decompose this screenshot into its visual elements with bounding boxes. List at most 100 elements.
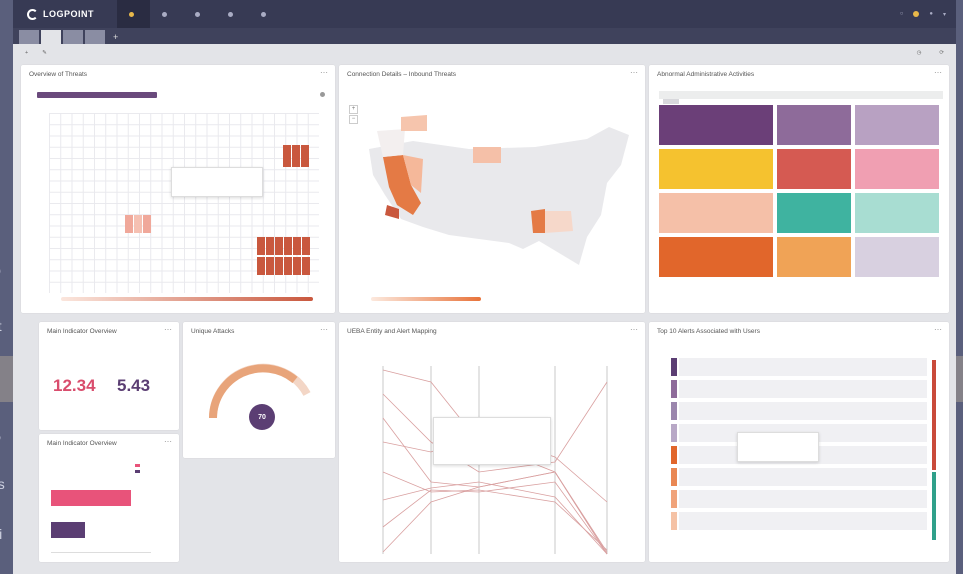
top10-bar[interactable] — [671, 402, 677, 420]
treemap-cell[interactable] — [855, 193, 939, 233]
state-mississippi[interactable] — [531, 209, 545, 233]
treemap-cell[interactable] — [659, 149, 773, 189]
tab-4[interactable] — [85, 30, 105, 44]
heatmap-cell[interactable] — [266, 257, 274, 275]
panel-menu-icon[interactable]: ⋯ — [164, 325, 172, 334]
background-text: et — [0, 318, 13, 334]
edit-icon[interactable]: ✎ — [42, 50, 47, 56]
heatmap-cell[interactable] — [284, 237, 292, 255]
nav-item-search[interactable] — [150, 0, 183, 28]
user-menu-icon[interactable]: ● — [929, 11, 933, 17]
treemap-cell[interactable] — [855, 105, 939, 145]
treemap-cell[interactable] — [777, 193, 851, 233]
heatmap-tooltip — [171, 167, 263, 197]
help-icon[interactable]: ○ — [900, 11, 904, 17]
add-tab-icon[interactable]: + — [107, 30, 124, 44]
kpi-left-value: 12.34 — [53, 376, 96, 395]
ueba-tooltip — [433, 417, 551, 465]
inbound-threats-map-panel: Connection Details – Inbound Threats ⋯ +… — [339, 65, 645, 313]
notification-icon[interactable] — [913, 11, 920, 17]
user-menu-chevron-icon[interactable]: ▾ — [943, 11, 946, 18]
panel-title: Main Indicator Overview — [47, 440, 117, 447]
time-range-icon[interactable]: ◷ — [917, 50, 922, 56]
state-washington[interactable] — [401, 115, 427, 131]
top10-bar[interactable] — [671, 468, 677, 486]
nav-item-settings[interactable] — [249, 0, 282, 28]
treemap-cell[interactable] — [855, 149, 939, 189]
filter-chip[interactable] — [663, 99, 679, 104]
top10-bar[interactable] — [671, 490, 677, 508]
tab-1[interactable] — [19, 30, 39, 44]
kpi-bars-panel: Main Indicator Overview ⋯ — [39, 434, 179, 562]
heatmap-cell[interactable] — [283, 145, 291, 167]
legend-swatch — [135, 470, 140, 473]
top10-bar[interactable] — [671, 446, 677, 464]
top-navigation: LOGPOINT ○ ● ▾ — [13, 0, 956, 28]
heatmap-cell[interactable] — [275, 237, 283, 255]
heatmap-cell[interactable] — [293, 257, 301, 275]
logo-icon — [27, 8, 38, 20]
heatmap-cell[interactable] — [301, 145, 309, 167]
treemap-cell[interactable] — [777, 237, 851, 277]
top10-bar[interactable] — [671, 512, 677, 530]
axis-line — [51, 552, 151, 553]
heatmap-cell[interactable] — [292, 145, 300, 167]
gauge — [208, 363, 311, 419]
heatmap-cell[interactable] — [275, 257, 283, 275]
panel-title: Main Indicator Overview — [47, 328, 117, 335]
kpi2-bar[interactable] — [51, 490, 131, 506]
panel-title: Overview of Threats — [29, 71, 88, 78]
panel-title: Top 10 Alerts Associated with Users — [657, 328, 760, 335]
heatmap-cell[interactable] — [302, 237, 310, 255]
heatmap-cell[interactable] — [266, 237, 274, 255]
kpi2-bar[interactable] — [51, 522, 85, 538]
background-text: es — [0, 476, 5, 492]
dashboard-icon — [129, 11, 134, 17]
refresh-icon[interactable]: ⟳ — [939, 50, 944, 56]
panel-menu-icon[interactable]: ⋯ — [164, 437, 172, 446]
heatmap-cell[interactable] — [257, 237, 265, 255]
state-georgia[interactable] — [545, 211, 573, 233]
us-map — [369, 115, 629, 265]
heatmap-cell[interactable] — [293, 237, 301, 255]
heatmap-cell[interactable] — [302, 257, 310, 275]
background-text: lo — [0, 262, 13, 278]
panel-menu-icon[interactable]: ⋯ — [934, 68, 942, 77]
heatmap-cell[interactable] — [257, 257, 265, 275]
heatmap-color-scale — [61, 297, 313, 301]
settings-icon[interactable] — [320, 92, 325, 97]
treemap-cell[interactable] — [777, 149, 851, 189]
treemap-cell[interactable] — [659, 237, 773, 277]
gauge-value: 70 — [249, 404, 275, 430]
panel-title: Abnormal Administrative Activities — [657, 71, 755, 78]
treemap-cell[interactable] — [855, 237, 939, 277]
nav-item-dashboard[interactable] — [117, 0, 150, 28]
nav-item-reports[interactable] — [183, 0, 216, 28]
app-window: LOGPOINT ○ ● ▾ + + ✎ ◷ ⟳ Overview of Thr… — [13, 0, 956, 574]
panel-menu-icon[interactable]: ⋯ — [934, 325, 942, 334]
map-color-scale — [371, 297, 481, 301]
logo[interactable]: LOGPOINT — [13, 8, 117, 20]
tab-3[interactable] — [63, 30, 83, 44]
treemap-cell[interactable] — [659, 105, 773, 145]
heatmap-cell[interactable] — [125, 215, 133, 233]
nav-item-incidents[interactable] — [216, 0, 249, 28]
kpi-right-value: 5.43 — [117, 376, 151, 395]
treemap-cell[interactable] — [659, 193, 773, 233]
legend-swatch — [135, 464, 140, 467]
heatmap-cell[interactable] — [284, 257, 292, 275]
tab-2[interactable] — [41, 30, 61, 44]
top10-track — [679, 358, 927, 376]
top10-track — [679, 468, 927, 486]
panel-menu-icon[interactable]: ⋯ — [320, 68, 328, 77]
treemap-cell[interactable] — [777, 105, 851, 145]
top10-bar[interactable] — [671, 424, 677, 442]
nav-right-controls: ○ ● ▾ — [900, 11, 956, 18]
brand-name: LOGPOINT — [43, 9, 94, 19]
state-nebraska[interactable] — [473, 147, 501, 163]
top10-bar[interactable] — [671, 358, 677, 376]
heatmap-cell[interactable] — [134, 215, 142, 233]
add-widget-icon[interactable]: + — [25, 50, 28, 56]
top10-bar[interactable] — [671, 380, 677, 398]
heatmap-cell[interactable] — [143, 215, 151, 233]
